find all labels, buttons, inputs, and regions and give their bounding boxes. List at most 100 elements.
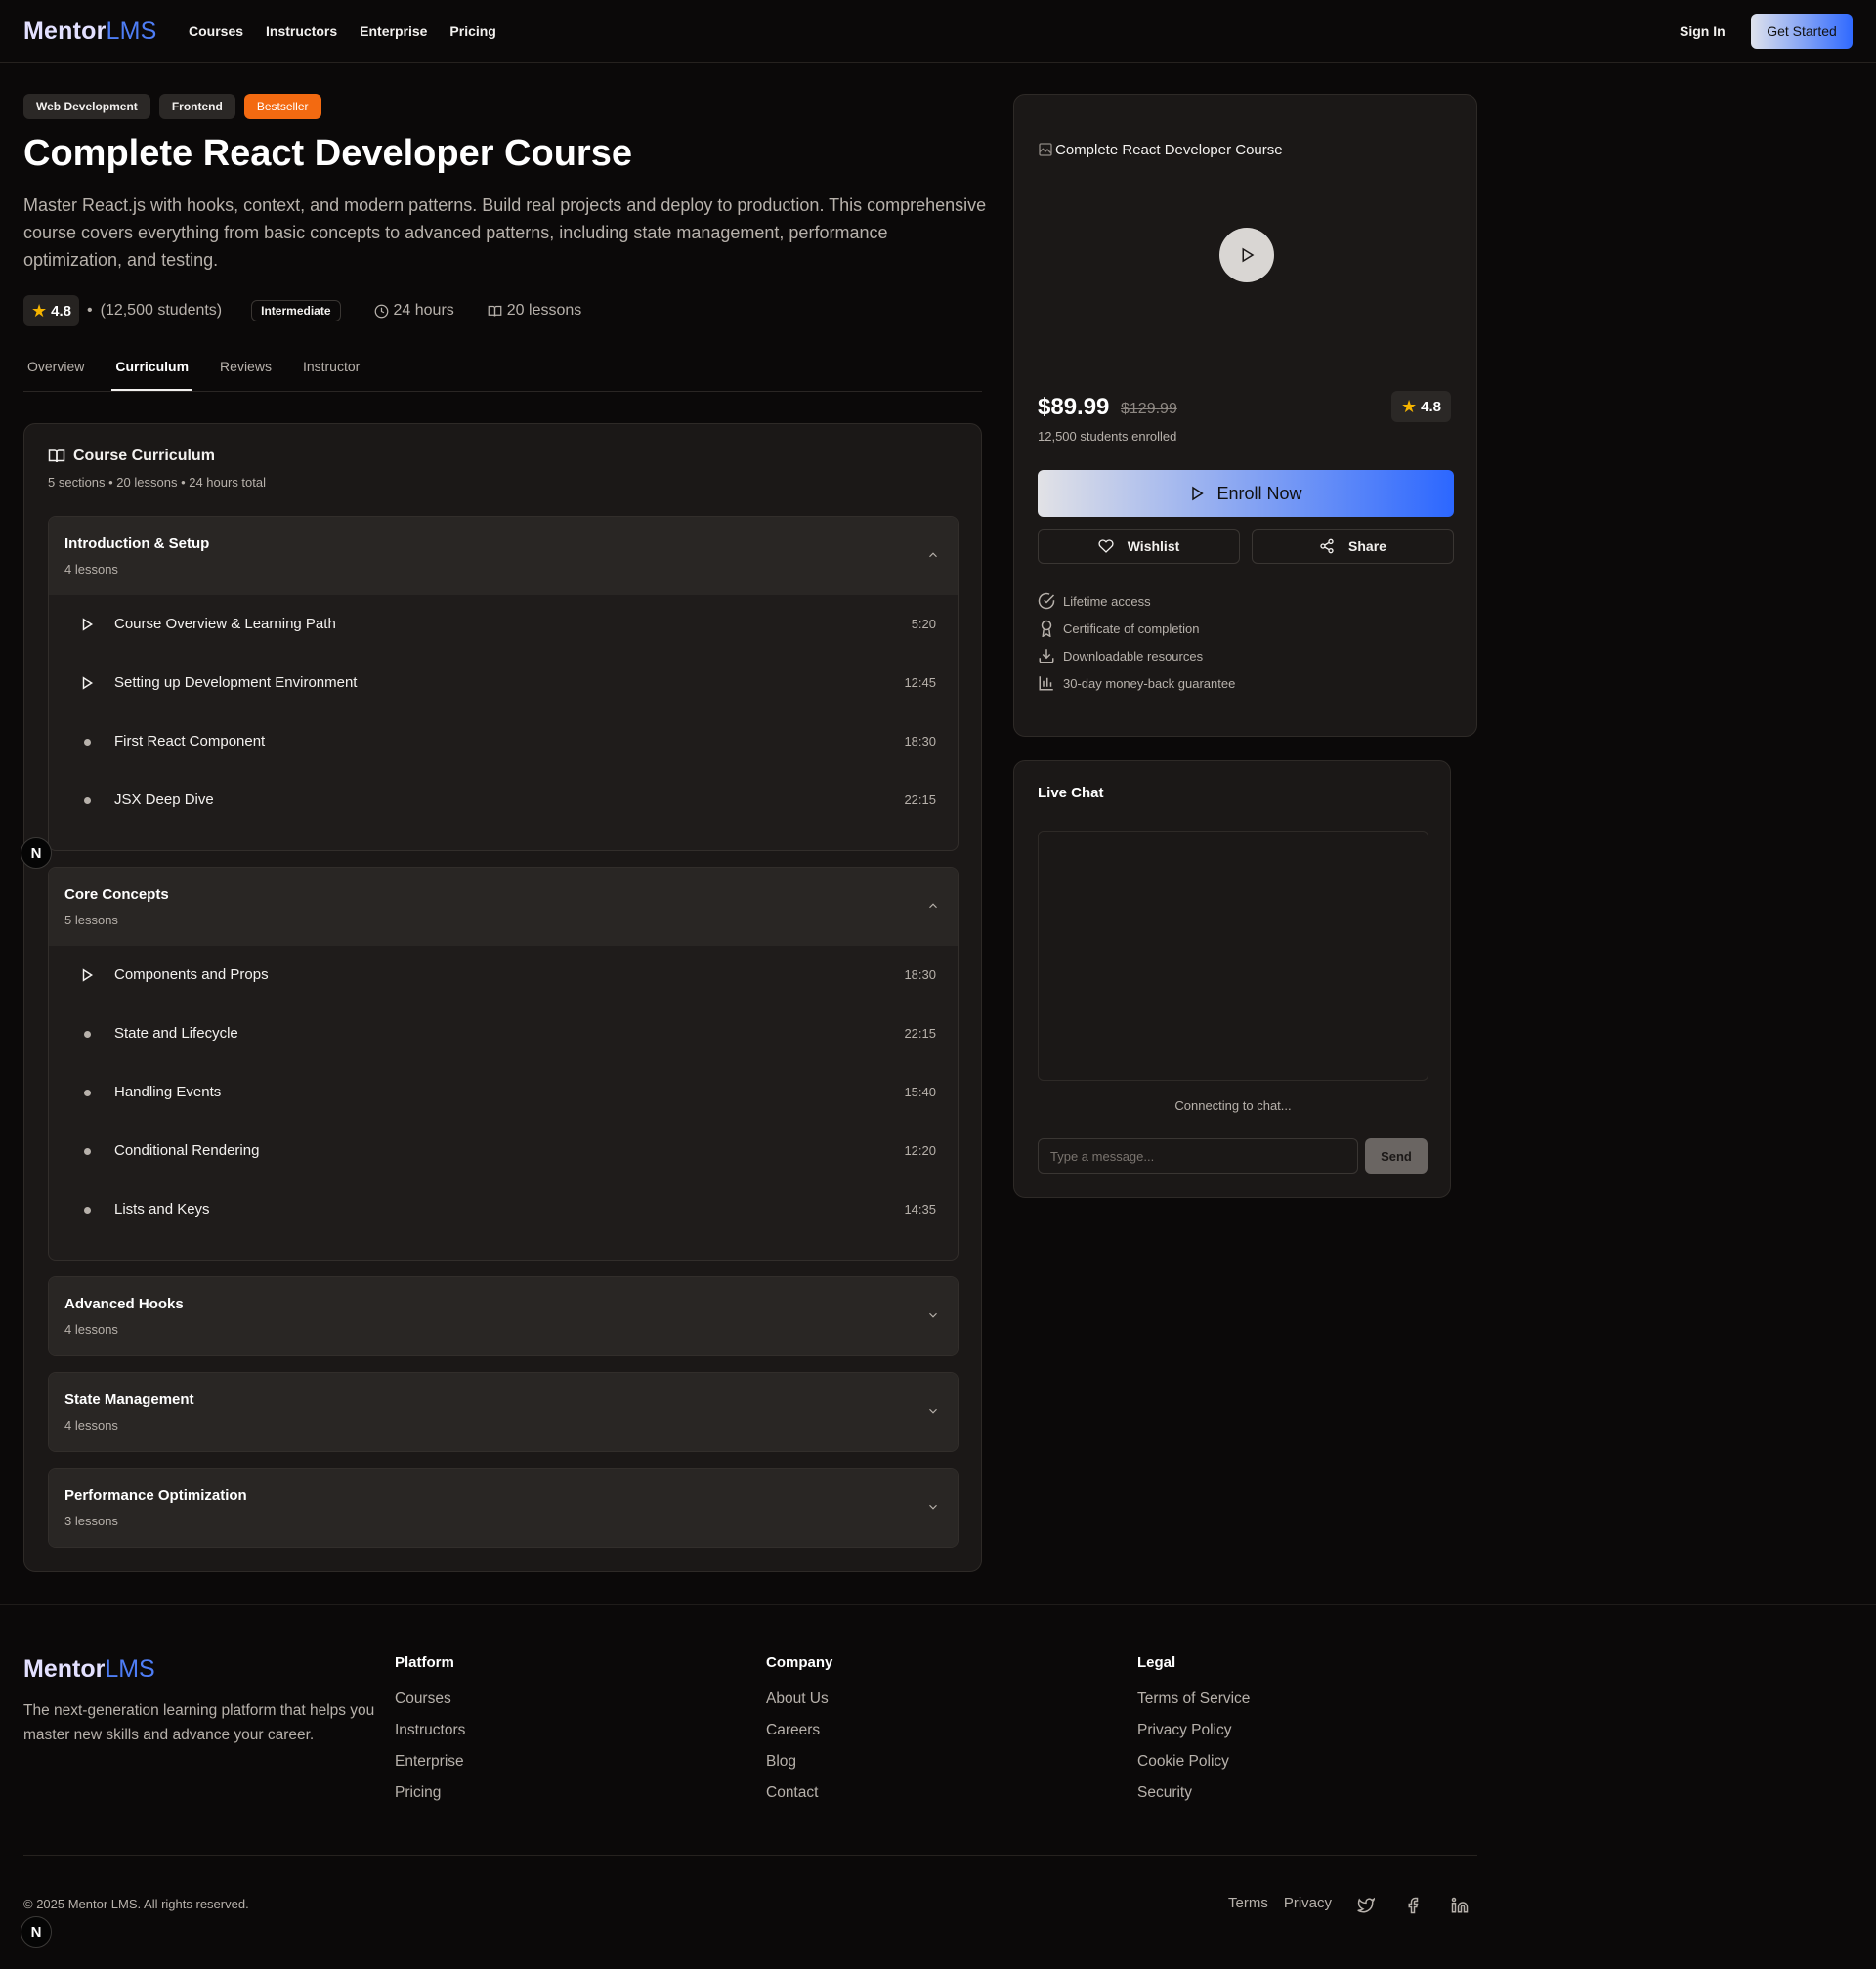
tab-overview[interactable]: Overview: [23, 352, 88, 391]
dev-indicator-badge[interactable]: N: [21, 1916, 52, 1948]
chevron-up-icon: [929, 552, 937, 558]
section-header[interactable]: Performance Optimization 3 lessons: [49, 1469, 958, 1547]
lesson-title: Setting up Development Environment: [114, 674, 358, 691]
lesson-duration: 18:30: [904, 967, 936, 982]
section-header[interactable]: Core Concepts 5 lessons: [49, 868, 958, 946]
duration: 24 hours: [374, 302, 454, 320]
footer-link[interactable]: Courses: [395, 1691, 465, 1722]
nav-courses[interactable]: Courses: [189, 23, 243, 39]
nav-pricing[interactable]: Pricing: [449, 23, 495, 39]
lesson-count: 20 lessons: [488, 302, 581, 320]
footer-bottom-divider: [23, 1855, 1477, 1856]
dev-indicator-badge[interactable]: N: [21, 837, 52, 869]
lesson-title: Conditional Rendering: [114, 1142, 260, 1159]
course-title: Complete React Developer Course: [23, 133, 632, 174]
footer-tagline: The next-generation learning platform th…: [23, 1702, 375, 1743]
section-lesson-count: 5 lessons: [64, 913, 118, 927]
nav-instructors[interactable]: Instructors: [266, 23, 337, 39]
play-icon: [1192, 486, 1205, 501]
lesson-row[interactable]: Setting up Development Environment 12:45: [49, 654, 958, 712]
play-icon: [1242, 247, 1255, 263]
feature-item: Downloadable resources: [1038, 642, 1235, 669]
footer-logo[interactable]: MentorLMS: [23, 1655, 155, 1684]
award-icon: [1041, 620, 1052, 637]
enroll-now-button[interactable]: Enroll Now: [1038, 470, 1454, 517]
enrolled-count: 12,500 students enrolled: [1038, 429, 1177, 444]
feature-item: Certificate of completion: [1038, 615, 1235, 642]
live-chat-panel: Live Chat Connecting to chat... Send: [1013, 760, 1451, 1198]
section-lesson-count: 3 lessons: [64, 1514, 118, 1528]
footer-terms-link[interactable]: Terms: [1228, 1895, 1268, 1911]
footer-link[interactable]: Enterprise: [395, 1753, 465, 1784]
site-header: MentorLMS Courses Instructors Enterprise…: [0, 0, 1876, 63]
curriculum-section: Performance Optimization 3 lessons: [48, 1468, 959, 1548]
tab-instructor[interactable]: Instructor: [299, 352, 363, 391]
book-icon: [48, 449, 65, 463]
lesson-title: Components and Props: [114, 966, 269, 983]
preview-play-button[interactable]: [1219, 228, 1274, 282]
footer-link[interactable]: Contact: [766, 1784, 832, 1816]
lesson-title: Handling Events: [114, 1084, 222, 1100]
chevron-down-icon: [929, 1408, 937, 1414]
lesson-title: Lists and Keys: [114, 1201, 210, 1218]
heart-icon: [1098, 539, 1114, 553]
footer-link[interactable]: Careers: [766, 1722, 832, 1753]
tab-reviews[interactable]: Reviews: [216, 352, 276, 391]
tag-frontend: Frontend: [158, 94, 235, 119]
footer-privacy-link[interactable]: Privacy: [1284, 1895, 1332, 1911]
sign-in-link[interactable]: Sign In: [1680, 23, 1726, 39]
feature-item: Lifetime access: [1038, 587, 1235, 615]
share-icon: [1320, 538, 1334, 554]
chat-message-input[interactable]: [1038, 1138, 1358, 1174]
footer-link[interactable]: About Us: [766, 1691, 832, 1722]
tab-curriculum[interactable]: Curriculum: [111, 352, 193, 391]
lesson-duration: 22:15: [904, 1026, 936, 1041]
curriculum-section: Core Concepts 5 lessons Components and P…: [48, 867, 959, 1261]
bullet-icon: [84, 1031, 91, 1038]
lesson-row[interactable]: Components and Props 18:30: [49, 946, 958, 1005]
footer-link[interactable]: Privacy Policy: [1137, 1722, 1250, 1753]
lesson-duration: 14:35: [904, 1202, 936, 1217]
chevron-up-icon: [929, 903, 937, 909]
twitter-icon[interactable]: [1357, 1897, 1375, 1914]
lesson-row[interactable]: State and Lifecycle 22:15: [49, 1005, 958, 1063]
lesson-duration: 15:40: [904, 1085, 936, 1099]
lesson-row[interactable]: Conditional Rendering 12:20: [49, 1122, 958, 1180]
lesson-row[interactable]: Course Overview & Learning Path 5:20: [49, 595, 958, 654]
lesson-title: State and Lifecycle: [114, 1025, 238, 1042]
section-header[interactable]: Advanced Hooks 4 lessons: [49, 1277, 958, 1355]
get-started-button[interactable]: Get Started: [1751, 14, 1853, 49]
lesson-row[interactable]: First React Component 18:30: [49, 712, 958, 771]
course-description: Master React.js with hooks, context, and…: [23, 195, 987, 270]
bullet-icon: [84, 1148, 91, 1155]
wishlist-button[interactable]: Wishlist: [1038, 529, 1240, 564]
curriculum-section: State Management 4 lessons: [48, 1372, 959, 1452]
chat-title: Live Chat: [1038, 785, 1104, 801]
footer-link[interactable]: Security: [1137, 1784, 1250, 1816]
footer-link[interactable]: Cookie Policy: [1137, 1753, 1250, 1784]
nav-enterprise[interactable]: Enterprise: [360, 23, 427, 39]
download-icon: [1039, 649, 1054, 663]
footer-bottom-links: Terms Privacy: [1228, 1895, 1332, 1911]
lesson-row[interactable]: JSX Deep Dive 22:15: [49, 771, 958, 830]
chat-messages[interactable]: [1038, 831, 1428, 1081]
footer-link[interactable]: Blog: [766, 1753, 832, 1784]
footer-link[interactable]: Instructors: [395, 1722, 465, 1753]
play-icon: [82, 676, 94, 690]
lesson-row[interactable]: Lists and Keys 14:35: [49, 1180, 958, 1239]
footer-link[interactable]: Pricing: [395, 1784, 465, 1816]
logo[interactable]: MentorLMS: [23, 18, 157, 46]
share-button[interactable]: Share: [1252, 529, 1454, 564]
lesson-duration: 18:30: [904, 734, 936, 749]
linkedin-icon[interactable]: [1451, 1897, 1469, 1914]
section-title: Performance Optimization: [64, 1487, 247, 1504]
play-icon: [82, 968, 94, 982]
section-header[interactable]: State Management 4 lessons: [49, 1373, 958, 1451]
footer-legal: Legal Terms of Service Privacy Policy Co…: [1137, 1654, 1250, 1816]
facebook-icon[interactable]: [1404, 1897, 1422, 1914]
course-preview[interactable]: Complete React Developer Course: [1038, 142, 1454, 366]
send-button[interactable]: Send: [1365, 1138, 1428, 1174]
lesson-row[interactable]: Handling Events 15:40: [49, 1063, 958, 1122]
footer-link[interactable]: Terms of Service: [1137, 1691, 1250, 1722]
section-header[interactable]: Introduction & Setup 4 lessons: [49, 517, 958, 595]
